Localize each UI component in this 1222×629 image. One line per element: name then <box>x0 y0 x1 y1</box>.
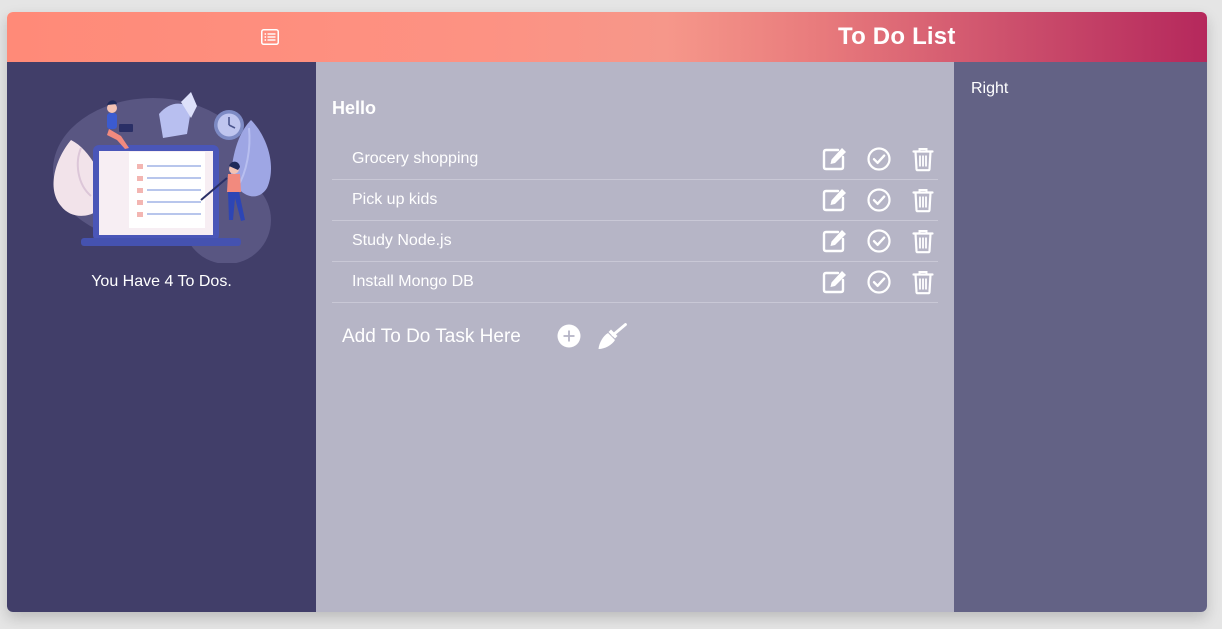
check-circle-icon[interactable] <box>866 187 892 213</box>
todo-item-text: Study Node.js <box>352 232 452 249</box>
todo-item-text: Install Mongo DB <box>352 273 474 290</box>
check-circle-icon[interactable] <box>866 228 892 254</box>
main-content: Hello Grocery shopping Pick up kids Stud… <box>316 62 954 612</box>
broom-icon[interactable] <box>596 322 628 350</box>
right-panel-label: Right <box>971 80 1009 97</box>
trash-icon[interactable] <box>910 269 936 295</box>
check-circle-icon[interactable] <box>866 146 892 172</box>
trash-icon[interactable] <box>910 187 936 213</box>
greeting-heading: Hello <box>332 98 377 118</box>
trash-icon[interactable] <box>910 146 936 172</box>
edit-icon[interactable] <box>821 187 847 213</box>
edit-icon[interactable] <box>821 146 847 172</box>
todo-item-text: Grocery shopping <box>352 150 479 167</box>
list-icon[interactable] <box>261 29 279 45</box>
todo-app-window: To Do List You Have 4 To Dos. Hello Groc… <box>7 12 1207 612</box>
left-sidebar: You Have 4 To Dos. <box>7 62 316 612</box>
todo-item: Pick up kids <box>332 180 938 221</box>
todo-count-text: You Have 4 To Dos. <box>91 273 232 290</box>
plus-circle-icon[interactable] <box>557 324 581 348</box>
todo-illustration <box>53 92 272 263</box>
add-todo-input[interactable] <box>342 324 542 350</box>
app-title: To Do List <box>838 23 956 50</box>
check-circle-icon[interactable] <box>866 269 892 295</box>
app-header: To Do List <box>7 12 1207 62</box>
todo-item-text: Pick up kids <box>352 191 438 208</box>
todo-item: Grocery shopping <box>332 139 938 180</box>
todo-item: Install Mongo DB <box>332 262 938 303</box>
todo-item: Study Node.js <box>332 221 938 262</box>
edit-icon[interactable] <box>821 269 847 295</box>
add-todo-row <box>342 320 742 354</box>
trash-icon[interactable] <box>910 228 936 254</box>
right-panel: Right <box>954 62 1207 612</box>
edit-icon[interactable] <box>821 228 847 254</box>
todo-list: Grocery shopping Pick up kids Study Node… <box>332 139 938 303</box>
